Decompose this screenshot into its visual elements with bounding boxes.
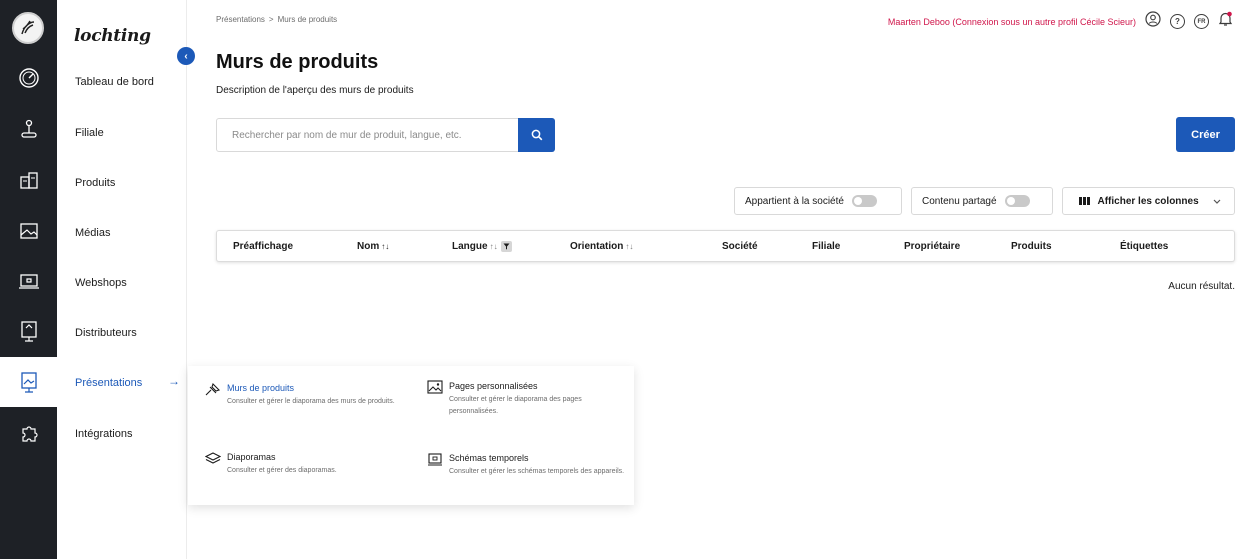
menu-item-description: Consulter et gérer le diaporama des murs… bbox=[227, 398, 395, 405]
menu-item-title: Murs de produits bbox=[227, 383, 295, 393]
page-description: Description de l'aperçu des murs de prod… bbox=[216, 85, 414, 96]
menu-item-title: Diaporamas bbox=[227, 452, 276, 462]
breadcrumb: Présentations > Murs de produits bbox=[216, 15, 337, 24]
side-nav: lochting Tableau de bord Filiale Produit… bbox=[57, 0, 187, 559]
shared-content-label: Contenu partagé bbox=[922, 195, 997, 207]
nav-item-distributors[interactable]: Distributeurs bbox=[75, 327, 137, 339]
nav-item-products[interactable]: Produits bbox=[75, 177, 115, 189]
arrow-right-icon: → bbox=[168, 374, 180, 388]
icon-rail bbox=[0, 0, 57, 559]
column-header-name[interactable]: Nom ↑↓ bbox=[357, 241, 389, 252]
nav-item-media[interactable]: Médias bbox=[75, 227, 110, 239]
joystick-icon[interactable] bbox=[0, 104, 57, 154]
column-header-branch: Filiale bbox=[812, 241, 841, 252]
empty-state-text: Aucun résultat. bbox=[1168, 281, 1235, 292]
column-header-language-label: Langue bbox=[452, 241, 488, 252]
column-header-orientation[interactable]: Orientation ↑↓ bbox=[570, 241, 633, 252]
show-columns-dropdown[interactable]: Afficher les colonnes bbox=[1062, 187, 1235, 215]
sort-icon[interactable]: ↑↓ bbox=[381, 242, 389, 251]
menu-item-description: Consulter et gérer des diaporamas. bbox=[227, 467, 337, 474]
notification-bell-icon[interactable] bbox=[1218, 11, 1233, 32]
breadcrumb-separator: > bbox=[268, 15, 274, 24]
nav-item-presentations[interactable]: Présentations bbox=[75, 377, 142, 389]
nav-item-branch[interactable]: Filiale bbox=[75, 127, 104, 139]
dashboard-icon[interactable] bbox=[0, 53, 57, 103]
search-bar bbox=[216, 118, 555, 152]
presentations-submenu: Murs de produits Consulter et gérer le d… bbox=[188, 366, 634, 505]
search-input[interactable] bbox=[217, 119, 518, 151]
column-header-language[interactable]: Langue ↑↓ bbox=[452, 241, 512, 252]
presentation-icon[interactable] bbox=[0, 357, 57, 407]
language-selector[interactable]: FR bbox=[1194, 14, 1209, 29]
column-header-preview: Préaffichage bbox=[233, 241, 294, 252]
schedule-icon bbox=[427, 452, 443, 466]
header-actions: Maarten Deboo (Connexion sous un autre p… bbox=[888, 11, 1233, 32]
breadcrumb-parent[interactable]: Présentations bbox=[216, 15, 265, 24]
owned-by-company-toggle[interactable]: Appartient à la société bbox=[734, 187, 902, 215]
search-icon bbox=[531, 129, 542, 141]
chevron-down-icon bbox=[1213, 196, 1221, 206]
breadcrumb-current: Murs de produits bbox=[277, 15, 338, 24]
media-icon[interactable] bbox=[0, 206, 57, 256]
shared-content-switch[interactable] bbox=[1004, 195, 1030, 207]
filter-funnel-icon[interactable] bbox=[500, 241, 512, 252]
nav-item-webshops[interactable]: Webshops bbox=[75, 277, 127, 289]
search-button[interactable] bbox=[518, 118, 555, 152]
sort-icon[interactable]: ↑↓ bbox=[490, 242, 498, 251]
puzzle-icon[interactable] bbox=[0, 408, 57, 458]
shared-content-toggle[interactable]: Contenu partagé bbox=[911, 187, 1053, 215]
table-header: Préaffichage Nom ↑↓ Langue ↑↓ Orientation ↑… bbox=[216, 230, 1235, 262]
nav-item-integrations[interactable]: Intégrations bbox=[75, 428, 132, 440]
nav-item-dashboard[interactable]: Tableau de bord bbox=[75, 76, 154, 88]
image-icon bbox=[427, 380, 443, 394]
menu-item-description: Consulter et gérer le diaporama des page… bbox=[449, 396, 582, 415]
layers-icon bbox=[204, 451, 222, 465]
user-profile-icon[interactable] bbox=[1145, 11, 1161, 32]
column-header-owner: Propriétaire bbox=[904, 241, 961, 252]
columns-icon bbox=[1079, 197, 1090, 205]
owned-by-company-switch[interactable] bbox=[851, 195, 877, 207]
menu-item-title: Pages personnalisées bbox=[449, 381, 538, 391]
show-columns-label: Afficher les colonnes bbox=[1097, 195, 1199, 207]
distributor-icon[interactable] bbox=[0, 306, 57, 356]
create-button[interactable]: Créer bbox=[1176, 117, 1235, 152]
products-icon[interactable] bbox=[0, 155, 57, 205]
webshop-icon[interactable] bbox=[0, 256, 57, 306]
owned-by-company-label: Appartient à la société bbox=[745, 195, 844, 207]
impersonation-link[interactable]: Maarten Deboo (Connexion sous un autre p… bbox=[888, 17, 1136, 27]
brand-logo: lochting bbox=[74, 26, 151, 46]
column-header-name-label: Nom bbox=[357, 241, 380, 252]
column-header-orientation-label: Orientation bbox=[570, 241, 624, 252]
page-title: Murs de produits bbox=[216, 51, 379, 73]
logo-icon[interactable] bbox=[12, 12, 44, 44]
menu-item-description: Consulter et gérer les schémas temporels… bbox=[449, 468, 625, 475]
help-icon[interactable]: ? bbox=[1170, 14, 1185, 29]
column-header-tags: Étiquettes bbox=[1120, 241, 1169, 252]
column-header-company: Société bbox=[722, 241, 758, 252]
menu-item-title: Schémas temporels bbox=[449, 453, 529, 463]
sort-icon[interactable]: ↑↓ bbox=[625, 242, 633, 251]
column-header-products: Produits bbox=[1011, 241, 1052, 252]
pin-icon bbox=[205, 382, 221, 396]
collapse-sidebar-button[interactable]: ‹ bbox=[177, 47, 195, 65]
